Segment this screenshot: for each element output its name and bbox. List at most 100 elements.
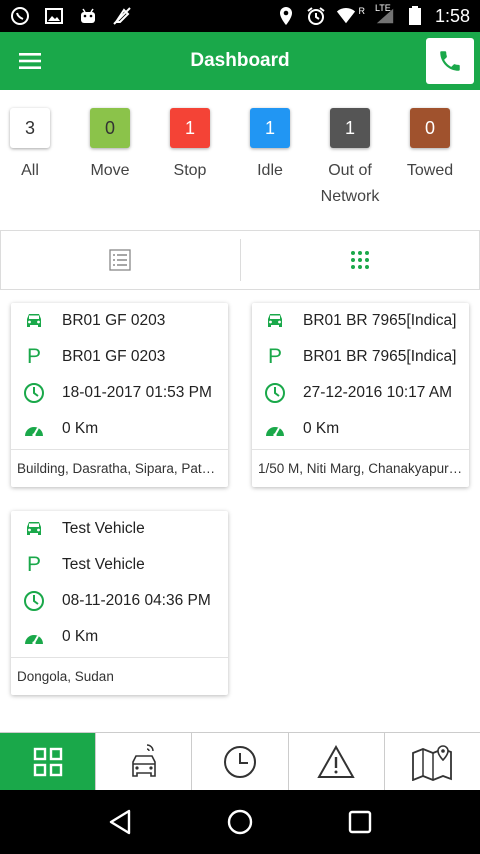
back-triangle-icon <box>109 809 131 835</box>
list-icon <box>109 249 131 271</box>
nav-alerts[interactable] <box>288 733 385 790</box>
speedometer-icon <box>264 418 286 440</box>
nav-history[interactable] <box>192 733 289 790</box>
vehicle-card[interactable]: BR01 BR 7965[Indica] P BR01 BR 7965[Indi… <box>252 303 469 487</box>
count-badge-idle: 1 <box>250 108 290 148</box>
vehicle-number-row: Test Vehicle <box>11 511 228 547</box>
gallery-icon <box>44 6 64 26</box>
counter-label-stop: Stop <box>173 162 207 179</box>
count-badge-move: 0 <box>90 108 130 148</box>
last-update-time: 18-01-2017 01:53 PM <box>62 384 212 401</box>
counter-label-all: All <box>21 162 39 179</box>
recents-square-icon <box>348 810 372 834</box>
parking-row: P Test Vehicle <box>11 547 228 583</box>
network-type-label: LTE <box>374 3 391 13</box>
page-title: Dashboard <box>190 50 290 71</box>
car-icon <box>23 310 45 332</box>
parking-row: P BR01 GF 0203 <box>11 339 228 375</box>
count-badge-stop: 1 <box>170 108 210 148</box>
counter-out-of-network[interactable]: 1 Out of Network <box>310 108 390 210</box>
last-update-time: 27-12-2016 10:17 AM <box>303 384 453 401</box>
speedometer-icon <box>23 626 45 648</box>
map-marker-icon <box>412 744 453 781</box>
time-row: 18-01-2017 01:53 PM <box>11 375 228 411</box>
counter-stop[interactable]: 1 Stop <box>150 108 230 184</box>
distance: 0 Km <box>62 420 99 437</box>
parking-row: P BR01 BR 7965[Indica] <box>252 339 469 375</box>
count-badge-towed: 0 <box>410 108 450 148</box>
distance: 0 Km <box>303 420 340 437</box>
time-row: 08-11-2016 04:36 PM <box>11 583 228 619</box>
vehicle-number: BR01 BR 7965[Indica] <box>303 312 457 329</box>
vehicle-name: BR01 BR 7965[Indica] <box>303 348 457 365</box>
counter-label-line2: Network <box>320 188 380 205</box>
address-footer: Dongola, Sudan <box>11 657 228 695</box>
parking-icon: P <box>26 553 41 576</box>
home-button[interactable] <box>220 802 260 842</box>
wifi-icon <box>336 6 356 26</box>
status-time: 1:58 <box>434 5 470 26</box>
counter-towed[interactable]: 0 Towed <box>390 108 470 184</box>
signal-icon: LTE <box>374 3 395 26</box>
time-row: 27-12-2016 10:17 AM <box>252 375 469 411</box>
count-badge-out-of-network: 1 <box>330 108 370 148</box>
counter-label-line1: Out of <box>328 162 372 179</box>
recents-button[interactable] <box>340 802 380 842</box>
speedometer-icon <box>23 418 45 440</box>
nav-live-tracking[interactable] <box>96 733 193 790</box>
location-icon <box>276 6 296 26</box>
dots-grid-icon <box>350 251 369 269</box>
view-toggle <box>0 230 480 290</box>
no-sim-icon <box>112 6 132 26</box>
bottom-nav <box>0 732 480 790</box>
counter-label-out-of-network: Out of Network <box>310 158 390 210</box>
grid-view-button[interactable] <box>241 231 480 289</box>
vehicle-number: Test Vehicle <box>62 520 145 537</box>
android-icon <box>78 6 98 26</box>
address: Building, Dasratha, Sipara, Patna, Bihar <box>17 461 222 476</box>
car-icon <box>264 310 286 332</box>
app-bar: Dashboard <box>0 32 480 90</box>
nav-dashboard[interactable] <box>0 733 97 790</box>
clock-icon <box>23 590 45 612</box>
distance-row: 0 Km <box>11 619 228 655</box>
phone-icon <box>440 51 460 71</box>
nav-map[interactable] <box>384 733 480 790</box>
car-icon <box>23 518 45 540</box>
alarm-icon <box>306 6 326 26</box>
status-bar: R LTE 1:58 <box>0 0 480 32</box>
address: Dongola, Sudan <box>17 669 114 684</box>
parking-icon: P <box>267 345 282 368</box>
counter-idle[interactable]: 1 Idle <box>230 108 310 184</box>
count-badge-all: 3 <box>10 108 50 148</box>
counter-all[interactable]: 3 All <box>0 108 70 184</box>
list-view-button[interactable] <box>1 231 240 289</box>
vehicle-number-row: BR01 BR 7965[Indica] <box>252 303 469 339</box>
status-counters: 3 All 0 Move 1 Stop 1 Idle 1 Out of Netw… <box>0 108 480 220</box>
distance: 0 Km <box>62 628 99 645</box>
distance-row: 0 Km <box>11 411 228 447</box>
hamburger-icon <box>19 53 41 69</box>
clock-icon <box>23 382 45 404</box>
roaming-label: R <box>358 6 365 16</box>
parking-icon: P <box>26 345 41 368</box>
vehicle-name: BR01 GF 0203 <box>62 348 166 365</box>
vehicle-card[interactable]: BR01 GF 0203 P BR01 GF 0203 18-01-2017 0… <box>11 303 228 487</box>
counter-move[interactable]: 0 Move <box>70 108 150 184</box>
vehicle-number: BR01 GF 0203 <box>62 312 166 329</box>
call-button[interactable] <box>426 38 474 84</box>
distance-row: 0 Km <box>252 411 469 447</box>
vehicle-card[interactable]: Test Vehicle P Test Vehicle 08-11-2016 0… <box>11 511 228 695</box>
back-button[interactable] <box>100 802 140 842</box>
grid-icon <box>33 747 62 776</box>
address-footer: Building, Dasratha, Sipara, Patna, Bihar <box>11 449 228 487</box>
last-update-time: 08-11-2016 04:36 PM <box>62 592 211 609</box>
android-nav-bar <box>0 790 480 854</box>
alert-triangle-icon <box>317 744 355 778</box>
counter-label-idle: Idle <box>257 162 283 179</box>
address: 1/50 M, Niti Marg, Chanakyapuri, New Del… <box>258 461 463 476</box>
battery-icon <box>405 6 425 26</box>
counter-label-move: Move <box>90 162 130 179</box>
menu-button[interactable] <box>0 32 60 90</box>
counter-label-towed: Towed <box>406 162 454 179</box>
